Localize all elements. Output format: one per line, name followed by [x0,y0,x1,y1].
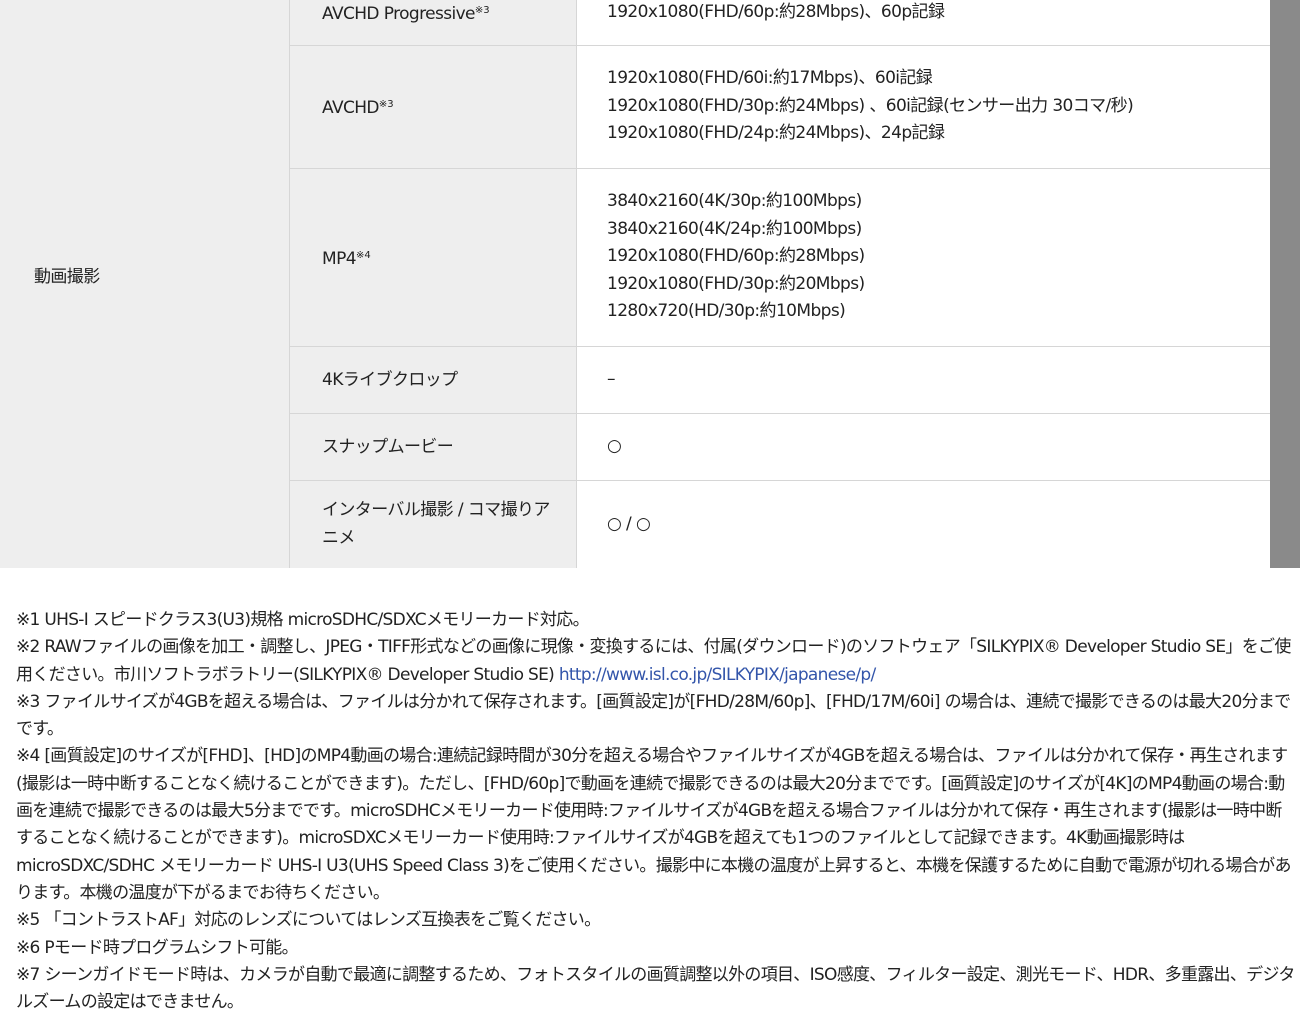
spec-row-avchd-progressive: 動画撮影 AVCHD Progressive※3 1920x1080(FHD/6… [0,0,1270,568]
spec-table-area: 動画撮影 AVCHD Progressive※3 1920x1080(FHD/6… [0,0,1300,568]
footnote-7: ※7 シーンガイドモード時は、カメラが自動で最適に調整するため、フォトスタイルの… [16,964,1295,1013]
category-label: 動画撮影 [0,0,290,568]
row-value: 3840x2160(4K/30p:約100Mbps) 3840x2160(4K/… [576,168,1270,347]
footnote-5: ※5 「コントラストAF」対応のレンズについてはレンズ互換表をご覧ください。 [16,910,601,931]
right-gray-strip [1270,0,1300,568]
footnote-4: ※4 [画質設定]のサイズが[FHD]、[HD]のMP4動画の場合:連続記録時間… [16,746,1291,903]
row-label: インターバル撮影 / コマ撮りアニメ [289,480,577,568]
row-label: MP4※4 [289,168,577,347]
spec-table: 動画撮影 AVCHD Progressive※3 1920x1080(FHD/6… [0,0,1270,568]
row-label: AVCHD Progressive※3 [289,0,577,46]
footnote-3: ※3 ファイルサイズが4GBを超える場合は、ファイルは分かれて保存されます。[画… [16,691,1291,740]
row-label: 4Kライブクロップ [289,346,577,414]
row-value: – [576,346,1270,414]
footnote-2: ※2 RAWファイルの画像を加工・調整し、JPEG・TIFF形式などの画像に現像… [16,637,1291,685]
row-value: 1920x1080(FHD/60p:約28Mbps)、60p記録 [576,0,1270,46]
row-label: スナップムービー [289,413,577,481]
footnotes: ※1 UHS-I スピードクラス3(U3)規格 microSDHC/SDXCメモ… [16,607,1296,1016]
row-value: ○ [576,413,1270,481]
silkypix-link[interactable]: http://www.isl.co.jp/SILKYPIX/japanese/p… [559,665,876,685]
footnote-6: ※6 Pモード時プログラムシフト可能。 [16,937,299,958]
row-label: AVCHD※3 [289,45,577,169]
row-value: ○ / ○ [576,480,1270,568]
footnote-1: ※1 UHS-I スピードクラス3(U3)規格 microSDHC/SDXCメモ… [16,610,590,630]
row-value: 1920x1080(FHD/60i:約17Mbps)、60i記録 1920x10… [576,45,1270,169]
